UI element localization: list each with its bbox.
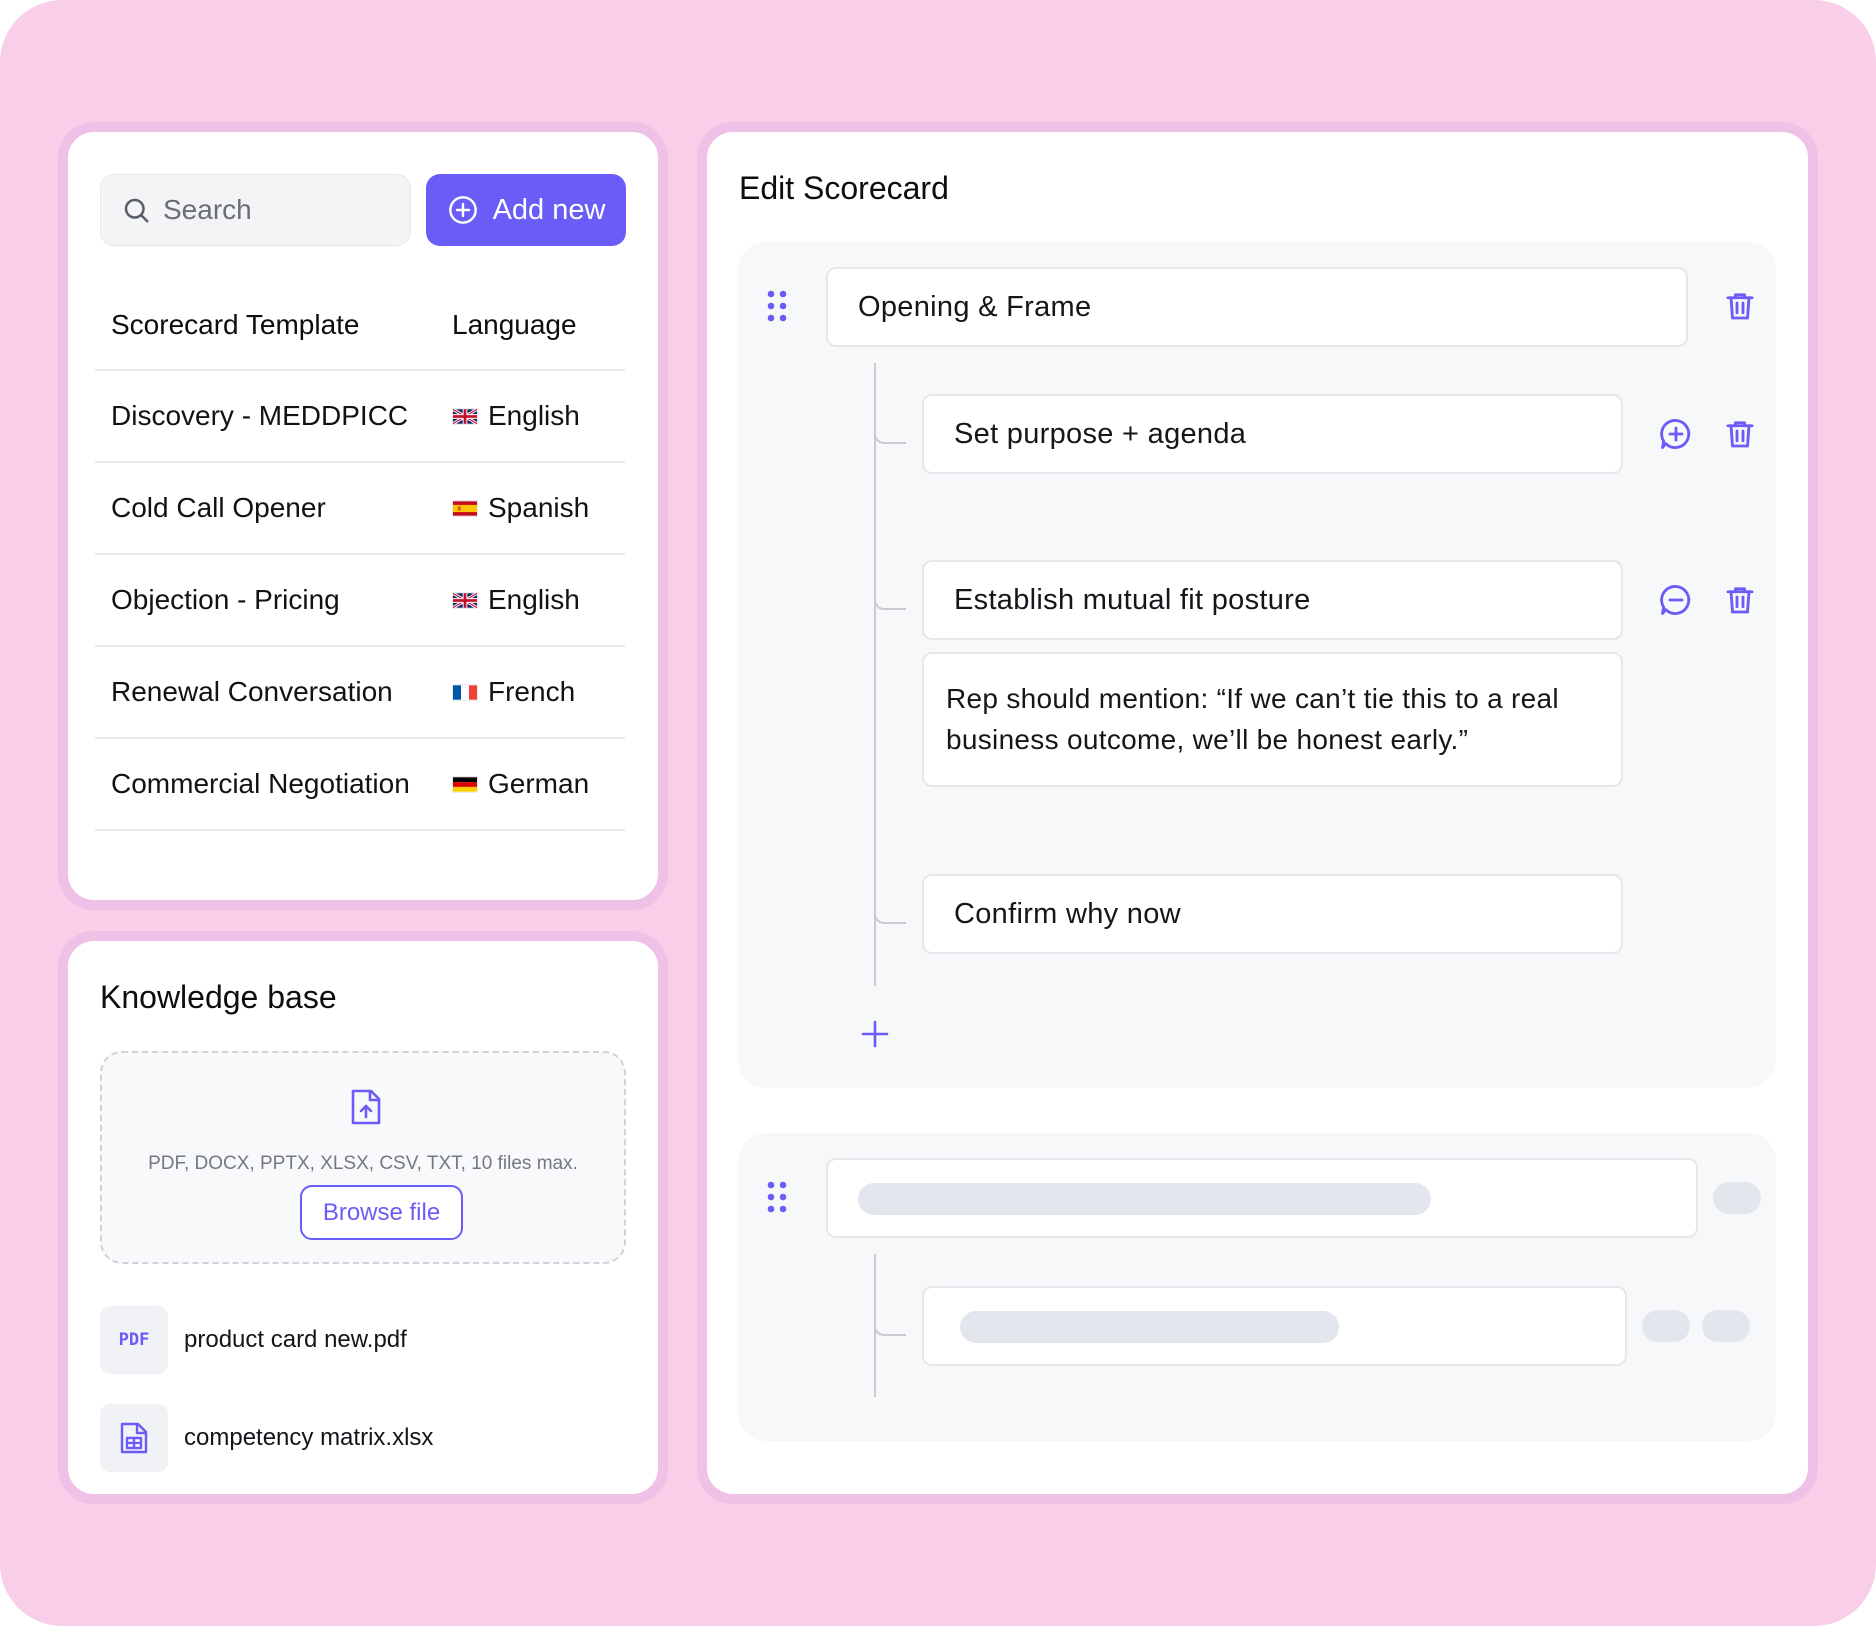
search-icon: [124, 198, 149, 223]
skeleton-icon: [1642, 1310, 1690, 1342]
add-new-label: Add new: [492, 193, 606, 226]
tree-connector: [874, 588, 906, 610]
template-name: Renewal Conversation: [111, 676, 393, 707]
table-header: Scorecard Template Language: [95, 280, 625, 371]
delete-criterion-button[interactable]: [1722, 416, 1758, 452]
tree-line: [874, 363, 876, 986]
editor-title: Edit Scorecard: [739, 170, 949, 206]
template-language-cell: English: [452, 584, 625, 616]
section-title: Opening & Frame: [858, 290, 1092, 323]
knowledge-base-title: Knowledge base: [100, 979, 337, 1015]
trash-icon: [1726, 293, 1754, 320]
template-name: Objection - Pricing: [111, 584, 340, 615]
file-upload-icon: [351, 1089, 381, 1125]
tree-connector: [874, 422, 906, 444]
template-list-panel: Add new Scorecard Template Language Disc…: [58, 122, 668, 910]
scorecard-section-skeleton: [738, 1133, 1776, 1441]
template-language: English: [488, 584, 580, 615]
delete-criterion-button[interactable]: [1722, 582, 1758, 618]
column-header-template: Scorecard Template: [111, 308, 360, 340]
message-minus-icon: [1660, 585, 1691, 615]
tree-connector: [874, 1314, 906, 1336]
tree-connector: [874, 902, 906, 924]
upload-hint: PDF, DOCX, PPTX, XLSX, CSV, TXT, 10 file…: [148, 1153, 578, 1174]
skeleton-icon: [1713, 1182, 1761, 1214]
skeleton-bar: [960, 1311, 1339, 1343]
section-title-field[interactable]: Opening & Frame: [826, 267, 1688, 347]
add-criterion-button[interactable]: [860, 1019, 890, 1049]
search-input[interactable]: [163, 194, 393, 226]
file-name: competency matrix.xlsx: [184, 1424, 434, 1451]
skeleton-bar: [858, 1183, 1431, 1215]
plus-circle-icon: [448, 196, 477, 224]
skeleton-icon: [1702, 1310, 1750, 1342]
table-row[interactable]: Commercial Negotiation German: [95, 739, 625, 831]
france-flag-icon: [452, 683, 478, 701]
criterion-field[interactable]: Confirm why now: [922, 874, 1623, 954]
file-name: product card new.pdf: [184, 1326, 407, 1353]
template-language: English: [488, 400, 580, 431]
spain-flag-icon: [452, 499, 478, 517]
spreadsheet-file-icon: [100, 1404, 168, 1472]
criterion-label: Confirm why now: [954, 897, 1181, 930]
file-dropzone[interactable]: PDF, DOCX, PPTX, XLSX, CSV, TXT, 10 file…: [100, 1051, 626, 1264]
uk-flag-icon: [452, 407, 478, 425]
message-plus-icon: [1660, 419, 1691, 449]
edit-scorecard-panel: Edit Scorecard Opening & Frame Set purpo…: [697, 122, 1818, 1504]
trash-icon: [1726, 587, 1754, 614]
table-row[interactable]: Cold Call Opener Spanish: [95, 463, 625, 555]
pdf-badge: PDF: [118, 1330, 150, 1350]
template-name: Discovery - MEDDPICC: [111, 400, 409, 431]
drag-handle-icon[interactable]: [766, 1180, 788, 1214]
template-language-cell: Spanish: [452, 492, 625, 524]
skeleton-criterion-field: [922, 1286, 1627, 1366]
browse-file-button[interactable]: Browse file: [300, 1185, 463, 1240]
uk-flag-icon: [452, 591, 478, 609]
template-name: Cold Call Opener: [111, 492, 326, 523]
trash-icon: [1726, 421, 1754, 448]
criterion-field[interactable]: Set purpose + agenda: [922, 394, 1623, 474]
template-language-cell: English: [452, 400, 625, 432]
add-note-button[interactable]: [1658, 416, 1694, 452]
template-language-cell: German: [452, 768, 625, 800]
criterion-field[interactable]: Establish mutual fit posture: [922, 560, 1623, 640]
skeleton-title-field: [826, 1158, 1698, 1238]
criterion-label: Set purpose + agenda: [954, 417, 1247, 450]
remove-note-button[interactable]: [1658, 582, 1694, 618]
delete-section-button[interactable]: [1722, 288, 1758, 324]
germany-flag-icon: [452, 775, 478, 793]
table-row[interactable]: Discovery - MEDDPICC English: [95, 371, 625, 463]
template-language: German: [488, 768, 590, 799]
add-new-button[interactable]: Add new: [426, 174, 626, 246]
column-header-language: Language: [452, 308, 577, 340]
scorecard-section: Opening & Frame Set purpose + agenda Est…: [738, 242, 1776, 1088]
file-item[interactable]: PDF product card new.pdf: [100, 1306, 407, 1374]
table-row[interactable]: Renewal Conversation French: [95, 647, 625, 739]
file-item[interactable]: competency matrix.xlsx: [100, 1404, 433, 1472]
drag-handle-icon[interactable]: [766, 289, 788, 323]
knowledge-base-panel: Knowledge base PDF, DOCX, PPTX, XLSX, CS…: [58, 931, 668, 1504]
template-language: French: [488, 676, 576, 707]
search-box[interactable]: [100, 174, 411, 246]
table-row[interactable]: Objection - Pricing English: [95, 555, 625, 647]
criterion-label: Establish mutual fit posture: [954, 583, 1311, 616]
template-table: Scorecard Template Language Discovery - …: [95, 280, 625, 831]
page-background: Add new Scorecard Template Language Disc…: [0, 0, 1876, 1626]
pdf-file-icon: PDF: [100, 1306, 168, 1374]
template-name: Commercial Negotiation: [111, 768, 410, 799]
template-language-cell: French: [452, 676, 625, 708]
template-language: Spanish: [488, 492, 590, 523]
criterion-note[interactable]: Rep should mention: “If we can’t tie thi…: [922, 652, 1623, 787]
